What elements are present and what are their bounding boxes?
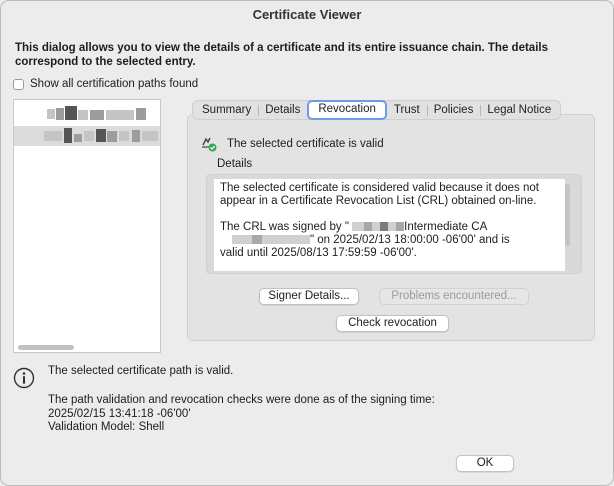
info-icon — [13, 367, 35, 389]
tree-horizontal-scrollbar[interactable] — [18, 345, 74, 350]
details-label: Details — [217, 158, 253, 170]
redacted-text — [380, 222, 389, 232]
redacted-text — [396, 222, 405, 232]
redacted-text — [364, 222, 373, 232]
window-title: Certificate Viewer — [252, 7, 362, 22]
redacted-text — [65, 106, 77, 120]
path-info-line: Validation Model: Shell — [48, 421, 165, 433]
valid-signature-icon — [202, 137, 217, 152]
tree-item-root-certificate[interactable] — [14, 104, 160, 124]
path-info-line: The path validation and revocation check… — [48, 394, 435, 406]
signer-details-button[interactable]: Signer Details... — [259, 288, 359, 305]
check-revocation-button[interactable]: Check revocation — [336, 315, 449, 332]
tab-revocation[interactable]: Revocation — [307, 100, 387, 120]
redacted-text — [90, 110, 104, 120]
redacted-text — [262, 235, 310, 245]
revocation-status-text: The selected certificate is valid — [227, 138, 384, 150]
tab-summary[interactable]: Summary — [195, 101, 258, 119]
redacted-text — [96, 129, 106, 142]
redacted-text — [78, 110, 88, 120]
redacted-text — [44, 131, 62, 141]
redacted-text — [352, 222, 365, 232]
show-all-paths-checkbox[interactable] — [13, 78, 24, 90]
intro-text: This dialog allows you to view the detai… — [15, 42, 548, 68]
crl-issuer-suffix: Intermediate CA — [404, 221, 488, 233]
redacted-text — [142, 131, 158, 141]
redacted-text — [84, 131, 94, 141]
redacted-text — [132, 130, 140, 142]
ok-button[interactable]: OK — [456, 455, 514, 472]
redacted-text — [119, 131, 129, 141]
redacted-text — [56, 108, 64, 120]
redacted-text — [106, 110, 134, 120]
redacted-text — [252, 235, 262, 245]
problems-encountered-button: Problems encountered... — [379, 288, 529, 305]
crl-valid-until: valid until 2025/08/13 17:59:59 -06'00'. — [220, 247, 417, 259]
path-status-text: The selected certificate path is valid. — [48, 365, 234, 377]
redacted-text — [47, 109, 55, 119]
details-text-area[interactable]: The selected certificate is considered v… — [214, 179, 565, 271]
path-info-line: 2025/02/15 13:41:18 -06'00' — [48, 407, 191, 420]
crl-signed-prefix: The CRL was signed by " — [220, 221, 349, 233]
redacted-text — [136, 108, 146, 120]
redacted-text — [388, 222, 397, 232]
redacted-text — [74, 134, 82, 142]
redacted-text — [372, 222, 381, 232]
details-paragraph: The selected certificate is considered v… — [220, 182, 539, 207]
certificate-chain-tree[interactable] — [13, 99, 161, 353]
redacted-text — [64, 128, 72, 143]
tab-details[interactable]: Details — [258, 101, 307, 119]
certificate-viewer-window: Certificate Viewer This dialog allows yo… — [0, 0, 614, 486]
redacted-text — [232, 235, 252, 245]
tab-policies[interactable]: Policies — [426, 101, 481, 119]
crl-date-text: " on 2025/02/13 18:00:00 -06'00' and is — [310, 234, 510, 246]
tree-item-selected-certificate[interactable] — [14, 126, 160, 146]
show-all-paths-label[interactable]: Show all certification paths found — [30, 78, 198, 90]
show-all-paths-row[interactable]: Show all certification paths found — [13, 76, 198, 92]
tab-legal-notice[interactable]: Legal Notice — [480, 101, 558, 119]
details-vertical-scrollbar[interactable] — [565, 184, 570, 246]
path-validation-info: The path validation and revocation check… — [48, 394, 435, 435]
revocation-status: The selected certificate is valid — [201, 135, 384, 153]
redacted-text — [107, 131, 117, 142]
tab-trust[interactable]: Trust — [387, 101, 427, 119]
certificate-tabs: Summary Details Revocation Trust Policie… — [192, 100, 562, 120]
